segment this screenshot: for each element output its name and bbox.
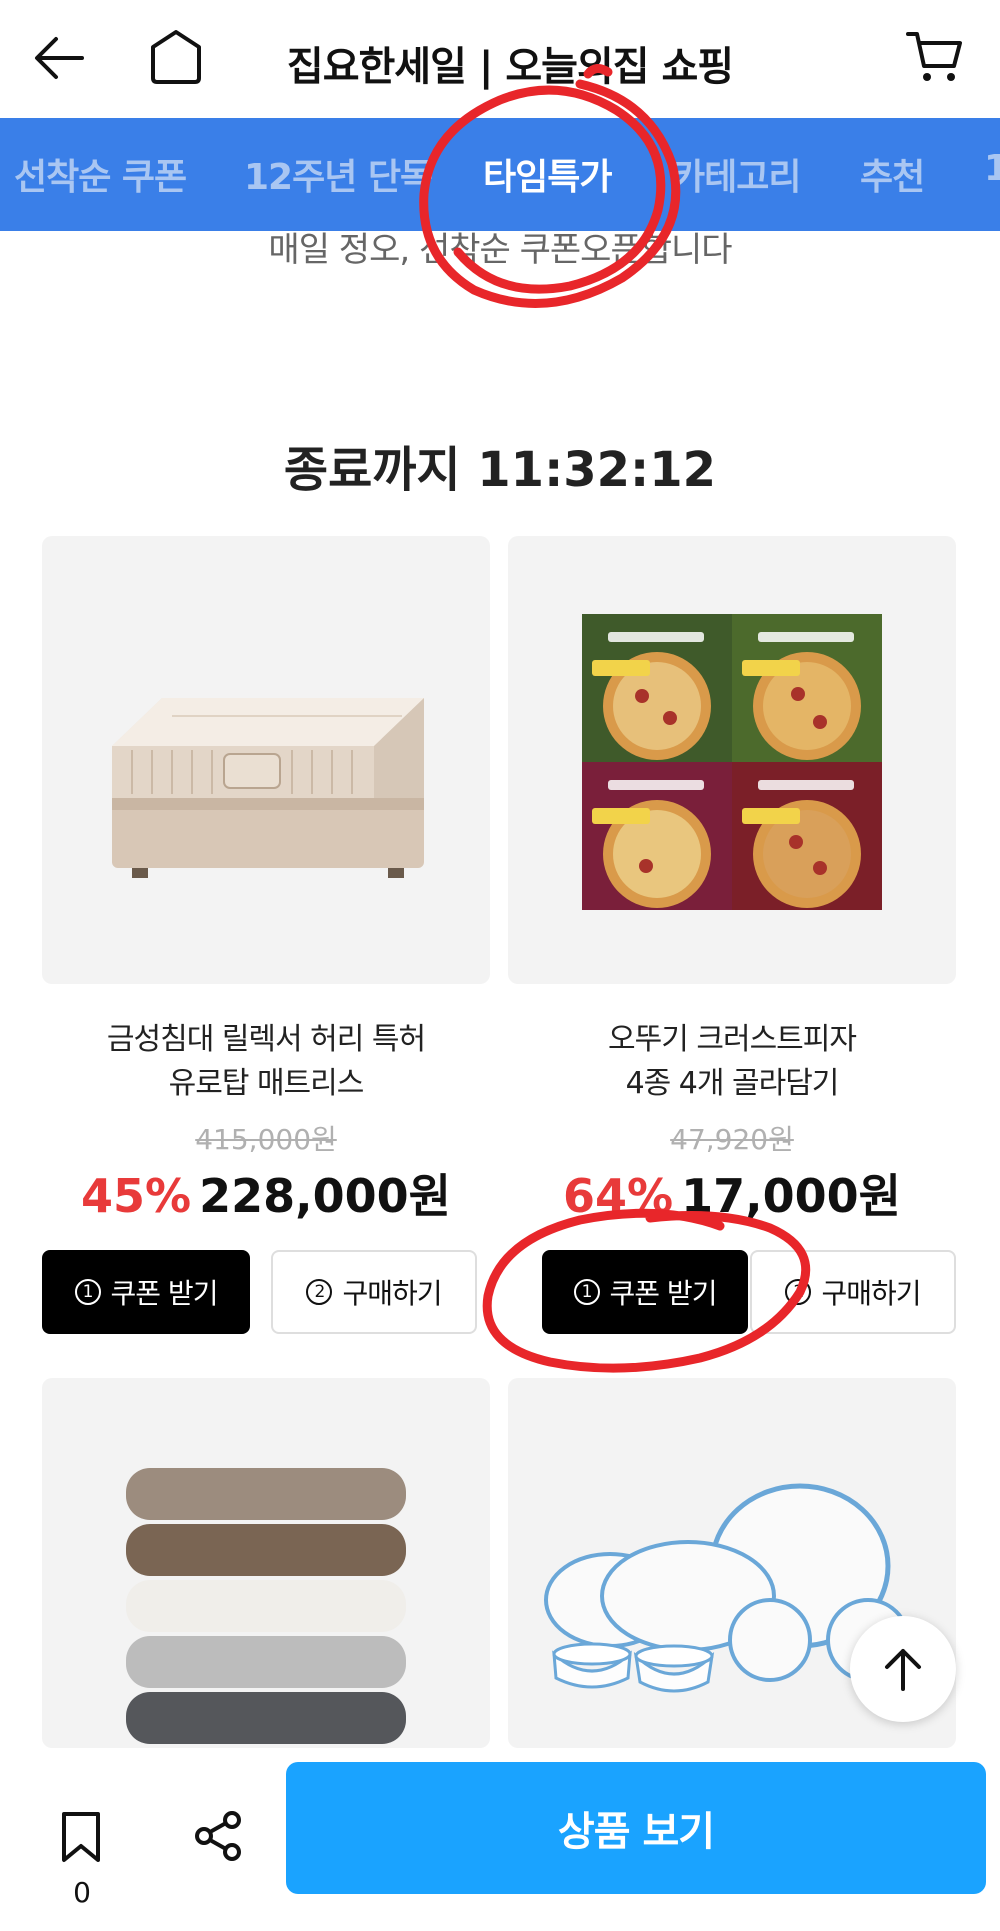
scroll-to-top-button[interactable] xyxy=(850,1616,956,1722)
get-coupon-label: 쿠폰 받기 xyxy=(609,1277,718,1310)
cart-icon[interactable] xyxy=(904,26,966,88)
product-name-line2[interactable]: 유로탑 매트리스 xyxy=(42,1062,490,1106)
back-arrow-icon[interactable] xyxy=(30,28,90,88)
tab-time-deal[interactable]: 타임특가 xyxy=(483,148,612,200)
sale-price: 17,000원 xyxy=(681,1169,901,1223)
original-price: 47,920원 xyxy=(670,1123,794,1156)
buy-label: 구매하기 xyxy=(342,1277,442,1310)
product-image-pizza[interactable] xyxy=(508,536,956,984)
product-name-line1[interactable]: 금성침대 릴렉서 허리 특허 xyxy=(42,1018,490,1062)
get-coupon-button[interactable]: 1 쿠폰 받기 xyxy=(542,1250,748,1334)
discount-percent: 64% xyxy=(563,1169,674,1223)
top-header: 집요한세일 | 오늘의집 쇼핑 xyxy=(0,0,1000,118)
sale-price: 228,000원 xyxy=(199,1169,451,1223)
bookmark-count: 0 xyxy=(73,1876,91,1909)
step-number-icon: 2 xyxy=(785,1279,812,1305)
tab-recommend[interactable]: 추천 xyxy=(860,148,925,200)
original-price: 415,000원 xyxy=(195,1123,337,1156)
buy-label: 구매하기 xyxy=(821,1277,921,1310)
share-icon[interactable] xyxy=(190,1808,246,1864)
product-name-line1[interactable]: 오뚜기 크러스트피자 xyxy=(508,1018,956,1062)
discount-percent: 45% xyxy=(81,1169,192,1223)
category-tab-bar: 선착순 쿠폰 12주년 단독 타임특가 카테고리 추천 1 xyxy=(0,118,1000,231)
product-image-towels[interactable] xyxy=(42,1378,490,1748)
sale-price-row: 64% 17,000원 xyxy=(508,1160,956,1226)
tab-category[interactable]: 카테고리 xyxy=(672,148,801,200)
bookmark-icon[interactable] xyxy=(56,1808,106,1868)
get-coupon-button[interactable]: 1 쿠폰 받기 xyxy=(42,1250,250,1334)
countdown-timer: 종료까지 11:32:12 xyxy=(283,442,717,498)
tab-more[interactable]: 1 xyxy=(984,148,1000,189)
section-subtitle: 매일 정오, 선착순 쿠폰오픈합니다 xyxy=(268,230,732,270)
tab-anniversary-exclusive[interactable]: 12주년 단독 xyxy=(244,148,433,200)
get-coupon-label: 쿠폰 받기 xyxy=(110,1277,219,1310)
step-number-icon: 1 xyxy=(573,1279,600,1305)
sale-price-row: 45% 228,000원 xyxy=(42,1160,490,1226)
product-image-mattress[interactable] xyxy=(42,536,490,984)
view-product-button[interactable]: 상품 보기 xyxy=(286,1762,986,1894)
arrow-up-icon xyxy=(885,1649,921,1691)
buy-button[interactable]: 2 구매하기 xyxy=(271,1250,477,1334)
tab-first-come-coupon[interactable]: 선착순 쿠폰 xyxy=(14,148,187,200)
buy-button[interactable]: 2 구매하기 xyxy=(750,1250,956,1334)
home-icon[interactable] xyxy=(145,26,207,88)
product-name-line2[interactable]: 4종 4개 골라담기 xyxy=(508,1062,956,1106)
page-title: 집요한세일 | 오늘의집 쇼핑 xyxy=(286,44,734,90)
bottom-action-bar: 0 상품 보기 xyxy=(0,1748,1000,1931)
step-number-icon: 2 xyxy=(306,1279,333,1305)
step-number-icon: 1 xyxy=(74,1279,101,1305)
